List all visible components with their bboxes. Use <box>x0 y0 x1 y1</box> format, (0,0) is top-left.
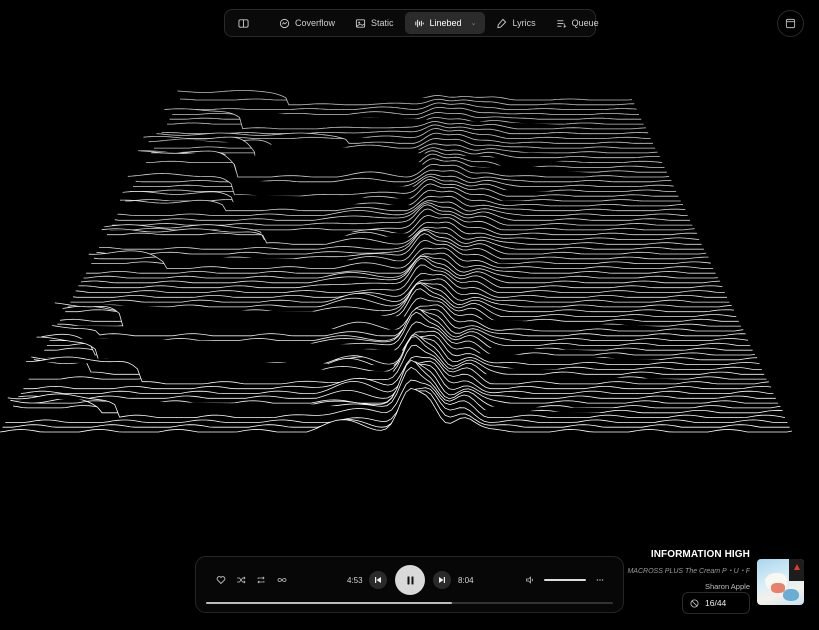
elapsed-time: 4:53 <box>347 576 363 585</box>
tab-lyrics[interactable]: Lyrics <box>487 12 544 34</box>
repeat-button[interactable] <box>256 575 266 585</box>
skip-forward-icon <box>439 577 445 583</box>
album-cover[interactable] <box>757 559 804 605</box>
queue-icon <box>557 19 566 28</box>
previous-button[interactable] <box>369 571 387 589</box>
progress-bar[interactable] <box>206 602 613 604</box>
coverflow-icon <box>279 18 290 28</box>
sidebar-icon <box>238 18 249 28</box>
favorite-button[interactable] <box>216 575 226 585</box>
skip-back-icon <box>375 577 381 583</box>
tab-linebed[interactable]: Linebed ⌄ <box>404 12 486 34</box>
progress-fill <box>206 602 453 604</box>
pause-icon <box>407 576 413 584</box>
track-info: INFORMATION HIGH MACROSS PLUS The Cream … <box>520 549 750 591</box>
cover-art-logo-panel <box>789 559 804 581</box>
heart-icon <box>216 576 226 585</box>
artist-name: Sharon Apple <box>704 582 750 591</box>
infinity-icon <box>277 578 287 582</box>
album-title: MACROSS PLUS The Cream P・U・F <box>627 568 750 575</box>
view-switcher: Coverflow Static Linebed ⌄ Lyrics Queue <box>224 9 599 37</box>
sidebar-toggle-button[interactable] <box>229 12 258 34</box>
window-icon <box>785 18 796 29</box>
duration-time: 8:04 <box>458 576 474 585</box>
window-mode-button[interactable] <box>777 10 804 37</box>
repeat-icon <box>257 576 265 584</box>
track-title: INFORMATION HIGH <box>650 549 750 560</box>
linebed-visualizer <box>0 90 793 433</box>
cover-art-detail <box>783 589 799 601</box>
tab-queue[interactable]: Queue <box>547 12 608 34</box>
waveform-line <box>177 90 635 106</box>
chevron-down-icon: ⌄ <box>470 20 477 27</box>
tab-coverflow[interactable]: Coverflow <box>270 12 344 34</box>
pause-button[interactable] <box>395 565 425 595</box>
shuffle-icon <box>237 576 246 584</box>
tab-coverflow-label: Coverflow <box>295 18 336 28</box>
infinite-button[interactable] <box>277 575 287 585</box>
tab-static[interactable]: Static <box>346 12 403 34</box>
tab-queue-label: Queue <box>571 18 599 28</box>
shuffle-button[interactable] <box>236 575 246 585</box>
waveform-icon <box>414 19 424 27</box>
tab-linebed-label: Linebed <box>429 18 462 28</box>
next-button[interactable] <box>433 571 451 589</box>
queue-position: 16/44 <box>705 598 727 608</box>
waveform-line <box>67 282 732 308</box>
disc-icon <box>690 598 699 608</box>
queue-position-badge[interactable]: 16/44 <box>682 592 750 614</box>
mic-icon <box>497 18 507 28</box>
tab-static-label: Static <box>371 18 394 28</box>
image-icon <box>355 18 366 28</box>
tab-lyrics-label: Lyrics <box>512 18 536 28</box>
